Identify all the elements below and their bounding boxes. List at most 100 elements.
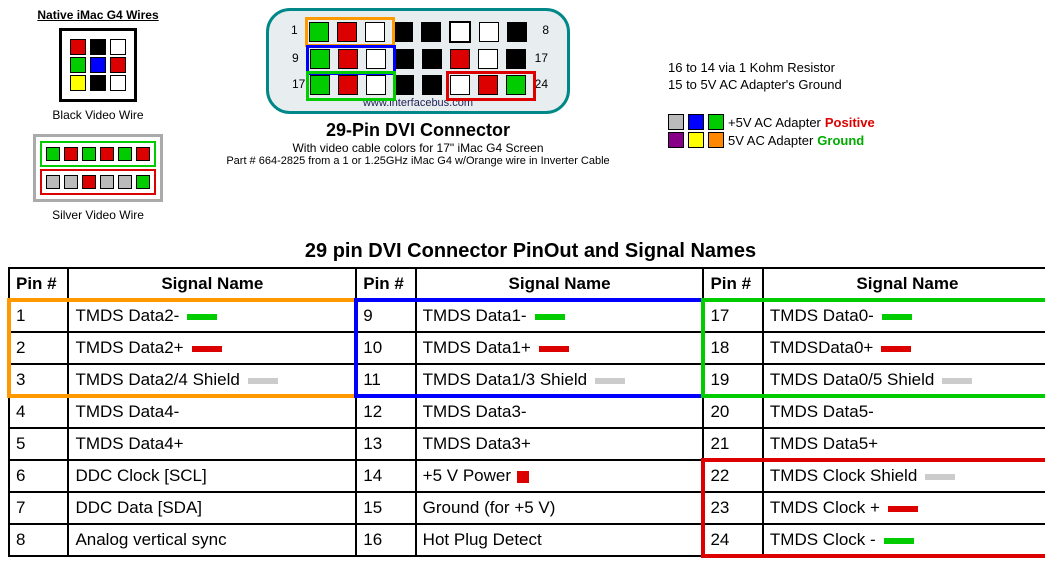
wire-pin	[82, 147, 96, 161]
conn-pin	[450, 75, 470, 95]
cell-signal-name: TMDS Clock Shield	[763, 460, 1045, 492]
wire-pin	[70, 75, 86, 91]
cell-pin-number: 5	[9, 428, 68, 460]
color-swatch	[535, 314, 565, 320]
wire-pin	[110, 75, 126, 91]
cell-signal-name: TMDS Data2/4 Shield	[68, 364, 356, 396]
cell-pin-number: 18	[703, 332, 762, 364]
cell-signal-name: Analog vertical sync	[68, 524, 356, 556]
wire-pin	[64, 147, 78, 161]
legend-swatch-blue	[688, 114, 704, 130]
header-signal: Signal Name	[416, 268, 704, 300]
color-swatch	[881, 346, 911, 352]
table-row: 5TMDS Data4+13TMDS Data3+21TMDS Data5+	[9, 428, 1045, 460]
cell-signal-name: TMDS Data1+	[416, 332, 704, 364]
cell-signal-name: TMDS Data2-	[68, 300, 356, 332]
legend-gnd-text: 5V AC Adapter	[728, 133, 813, 148]
header-pin: Pin #	[9, 268, 68, 300]
conn-pin	[449, 21, 471, 43]
cell-pin-number: 24	[703, 524, 762, 556]
pinout-main-title: 29 pin DVI Connector PinOut and Signal N…	[8, 240, 1045, 263]
header-signal: Signal Name	[763, 268, 1045, 300]
cell-pin-number: 7	[9, 492, 68, 524]
connector-row-1: 1 8	[309, 21, 527, 43]
conn-pin	[338, 75, 358, 95]
cell-signal-name: TMDS Clock -	[763, 524, 1045, 556]
pin-label: 8	[542, 23, 549, 37]
color-swatch	[595, 378, 625, 384]
wire-pin	[46, 175, 60, 189]
cell-signal-name: TMDS Data5+	[763, 428, 1045, 460]
cell-pin-number: 23	[703, 492, 762, 524]
cell-signal-name: DDC Data [SDA]	[68, 492, 356, 524]
conn-pin	[366, 75, 386, 95]
table-row: 7DDC Data [SDA]15Ground (for +5 V)23TMDS…	[9, 492, 1045, 524]
cell-pin-number: 14	[356, 460, 415, 492]
cell-pin-number: 10	[356, 332, 415, 364]
pin-label: 17	[292, 77, 305, 91]
conn-pin	[337, 22, 357, 42]
note-1: 16 to 14 via 1 Kohm Resistor	[668, 60, 1045, 75]
color-swatch	[539, 346, 569, 352]
cell-pin-number: 1	[9, 300, 68, 332]
color-swatch	[882, 314, 912, 320]
header-pin: Pin #	[703, 268, 762, 300]
cell-signal-name: Ground (for +5 V)	[416, 492, 704, 524]
color-swatch	[942, 378, 972, 384]
connector-row-3: 17 24	[310, 75, 526, 95]
wire-pin	[136, 147, 150, 161]
connector-title: 29-Pin DVI Connector	[188, 120, 648, 141]
wire-pin	[100, 175, 114, 189]
pin-label: 1	[291, 23, 298, 37]
conn-pin	[450, 49, 470, 69]
pin-label: 9	[292, 51, 299, 65]
cell-pin-number: 15	[356, 492, 415, 524]
cell-signal-name: TMDS Data2+	[68, 332, 356, 364]
cell-pin-number: 16	[356, 524, 415, 556]
legend-swatch-green	[708, 114, 724, 130]
cell-pin-number: 11	[356, 364, 415, 396]
wire-pin	[64, 175, 78, 189]
cell-signal-name: TMDS Data3-	[416, 396, 704, 428]
cell-signal-name: Hot Plug Detect	[416, 524, 704, 556]
conn-pin	[394, 49, 414, 69]
cell-signal-name: DDC Clock [SCL]	[68, 460, 356, 492]
conn-pin	[310, 49, 330, 69]
color-swatch	[884, 538, 914, 544]
cell-pin-number: 4	[9, 396, 68, 428]
header-pin: Pin #	[356, 268, 415, 300]
cell-signal-name: +5 V Power	[416, 460, 704, 492]
cell-pin-number: 3	[9, 364, 68, 396]
cell-pin-number: 2	[9, 332, 68, 364]
color-swatch	[925, 474, 955, 480]
cell-pin-number: 20	[703, 396, 762, 428]
black-wire-box	[59, 28, 137, 102]
silver-wire-caption: Silver Video Wire	[8, 208, 188, 222]
cell-signal-name: TMDS Data1/3 Shield	[416, 364, 704, 396]
native-wires-title: Native iMac G4 Wires	[8, 8, 188, 22]
cell-signal-name: TMDS Data0-	[763, 300, 1045, 332]
legend-swatch-purple	[668, 132, 684, 148]
pin-label: 17	[535, 51, 548, 65]
wire-pin	[70, 39, 86, 55]
conn-pin	[506, 49, 526, 69]
conn-pin	[365, 22, 385, 42]
note-2: 15 to 5V AC Adapter's Ground	[668, 77, 1045, 92]
pin-label: 24	[535, 77, 548, 91]
conn-pin	[507, 22, 527, 42]
connector-sub2: Part # 664-2825 from a 1 or 1.25GHz iMac…	[188, 155, 648, 167]
conn-pin	[422, 49, 442, 69]
conn-pin	[366, 49, 386, 69]
connector-sub1: With video cable colors for 17" iMac G4 …	[188, 141, 648, 155]
wire-pin	[100, 147, 114, 161]
legend-positive: +5V AC Adapter Positive	[668, 114, 1045, 130]
cell-signal-name: TMDS Data5-	[763, 396, 1045, 428]
dvi-connector: 1 8 9	[266, 8, 570, 114]
header-signal: Signal Name	[68, 268, 356, 300]
wire-pin	[90, 57, 106, 73]
cell-signal-name: TMDS Data4-	[68, 396, 356, 428]
native-wires-panel: Native iMac G4 Wires Black Video Wire	[8, 8, 188, 232]
wire-pin	[118, 147, 132, 161]
cell-signal-name: TMDS Data3+	[416, 428, 704, 460]
legend-swatch-orange	[708, 132, 724, 148]
